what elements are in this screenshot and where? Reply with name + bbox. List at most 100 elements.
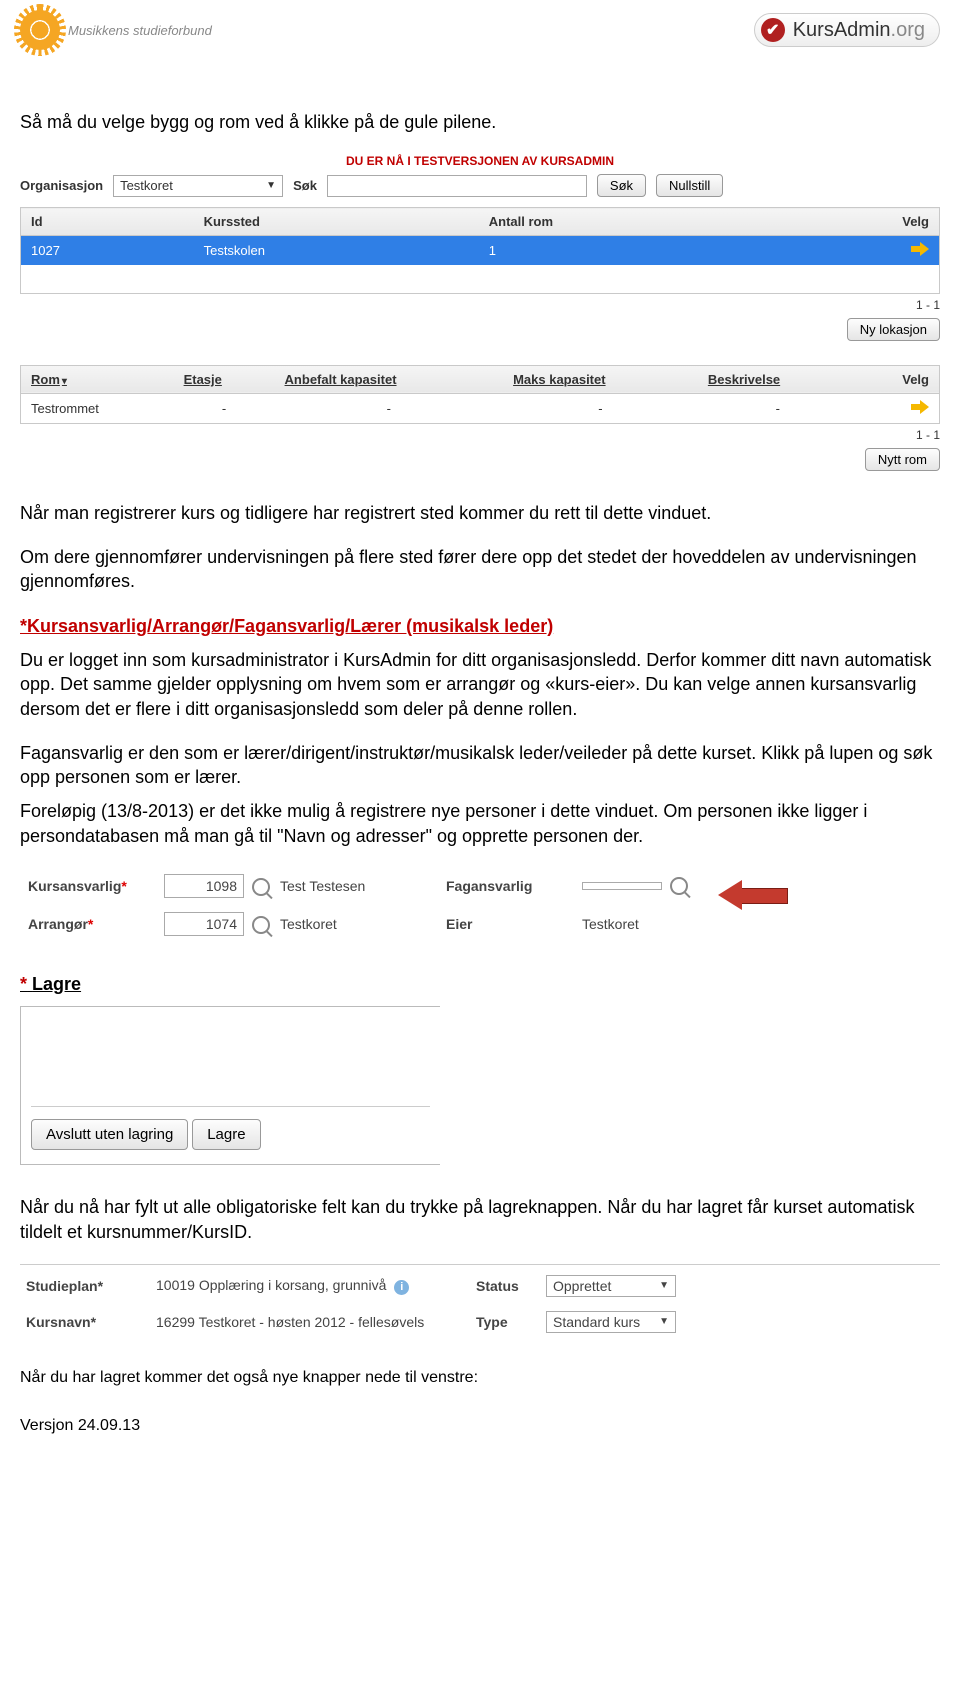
table2-footer: 1 - 1 Nytt rom [20, 428, 940, 471]
test-banner: DU ER NÅ I TESTVERSJONEN AV KURSADMIN [20, 154, 940, 168]
fagansvarlig-id-input[interactable] [582, 882, 662, 890]
kursansvarlig-label: Kursansvarlig* [28, 878, 158, 894]
eier-name: Testkoret [582, 916, 712, 932]
left-logo: Musikkens studieforbund [20, 10, 212, 50]
col-antallrom[interactable]: Antall rom [479, 208, 774, 236]
chevron-down-icon: ▼ [659, 1316, 669, 1327]
cell-etasje: - [174, 393, 275, 423]
table-row[interactable]: Testrommet - - - - [21, 393, 940, 423]
filter-icon[interactable]: ▾ [62, 376, 67, 387]
sun-icon [20, 10, 60, 50]
arrangor-id-input[interactable]: 1074 [164, 912, 244, 936]
right-logo: ✔ KursAdmin.org [754, 13, 940, 47]
search-icon[interactable] [670, 877, 688, 895]
cell-maks: - [503, 393, 698, 423]
eier-label: Eier [446, 916, 576, 932]
fagansvarlig-cell [582, 877, 712, 895]
org-dropdown[interactable]: Testkoret ▼ [113, 175, 283, 197]
org-label: Organisasjon [20, 178, 103, 193]
search-label: Søk [293, 178, 317, 193]
col-rom-label: Rom [31, 372, 60, 387]
arrangor-id-cell: 1074 [164, 912, 274, 936]
para-4: Fagansvarlig er den som er lærer/dirigen… [20, 741, 940, 790]
cell-rom: 1 [479, 236, 774, 266]
status-value-cell: Opprettet ▼ [546, 1275, 706, 1297]
search-input[interactable] [327, 175, 587, 197]
new-location-button[interactable]: Ny lokasjon [847, 318, 940, 341]
cell-anb: - [275, 393, 504, 423]
cell-id: 1027 [21, 236, 194, 266]
col-velg2: Velg [858, 365, 940, 393]
chevron-down-icon: ▼ [659, 1280, 669, 1291]
right-logo-main: KursAdmin [793, 19, 891, 41]
col-id[interactable]: Id [21, 208, 194, 236]
lagre-box: Avslutt uten lagring Lagre [20, 1006, 440, 1165]
studieplan-value: 10019 Opplæring i korsang, grunnivå i [156, 1277, 476, 1295]
divider [31, 1106, 430, 1107]
para-2a: Når man registrerer kurs og tidligere ha… [20, 501, 940, 525]
col-anbefalt[interactable]: Anbefalt kapasitet [275, 365, 504, 393]
location-table: Id Kurssted Antall rom Velg 1027 Testsko… [20, 207, 940, 294]
table-row-empty [21, 265, 940, 293]
status-panel-wrap: Studieplan* 10019 Opplæring i korsang, g… [20, 1264, 940, 1339]
intro-text-1: Så må du velge bygg og rom ved å klikke … [20, 110, 940, 134]
kursansvarlig-name: Test Testesen [280, 878, 440, 894]
type-label: Type [476, 1314, 546, 1330]
room-table: Rom▾ Etasje Anbefalt kapasitet Maks kapa… [20, 365, 940, 424]
status-label: Status [476, 1278, 546, 1294]
kursnavn-label: Kursnavn* [26, 1314, 156, 1330]
reset-button[interactable]: Nullstill [656, 174, 723, 197]
kursnavn-value: 16299 Testkoret - høsten 2012 - fellesøv… [156, 1314, 476, 1330]
search-icon[interactable] [252, 878, 270, 896]
para-2b: Om dere gjennomfører undervisningen på f… [20, 545, 940, 594]
section-heading-red: *Kursansvarlig/Arrangør/Fagansvarlig/Lær… [20, 614, 940, 638]
version-text: Versjon 24.09.13 [20, 1417, 940, 1435]
arrangor-name: Testkoret [280, 916, 440, 932]
new-room-button[interactable]: Nytt rom [865, 448, 940, 471]
status-dropdown[interactable]: Opprettet ▼ [546, 1275, 676, 1297]
table-row[interactable]: 1027 Testskolen 1 [21, 236, 940, 266]
col-etasje[interactable]: Etasje [174, 365, 275, 393]
table2-count: 1 - 1 [20, 428, 940, 442]
table1-count: 1 - 1 [20, 298, 940, 312]
col-rom[interactable]: Rom▾ [21, 365, 174, 393]
search-panel: DU ER NÅ I TESTVERSJONEN AV KURSADMIN Or… [20, 154, 940, 471]
right-logo-suffix: .org [891, 19, 925, 41]
col-velg: Velg [774, 208, 940, 236]
para-6: Når du nå har fylt ut alle obligatoriske… [20, 1195, 940, 1244]
type-value-cell: Standard kurs ▼ [546, 1311, 706, 1333]
studieplan-label: Studieplan* [26, 1278, 156, 1294]
para-3: Du er logget inn som kursadministrator i… [20, 648, 940, 721]
save-button[interactable]: Lagre [192, 1119, 260, 1150]
roles-form-panel: Kursansvarlig* 1098 Test Testesen Fagans… [20, 868, 940, 942]
type-dropdown[interactable]: Standard kurs ▼ [546, 1311, 676, 1333]
right-logo-text: KursAdmin.org [793, 19, 925, 42]
search-button[interactable]: Søk [597, 174, 646, 197]
col-maks[interactable]: Maks kapasitet [503, 365, 698, 393]
cell-sted: Testskolen [194, 236, 479, 266]
kursansvarlig-id-cell: 1098 [164, 874, 274, 898]
cell-rom2: Testrommet [21, 393, 174, 423]
col-kurssted[interactable]: Kurssted [194, 208, 479, 236]
para-5: Foreløpig (13/8-2013) er det ikke mulig … [20, 799, 940, 848]
para-7: Når du har lagret kommer det også nye kn… [20, 1369, 940, 1387]
check-icon: ✔ [761, 18, 785, 42]
fagansvarlig-label: Fagansvarlig [446, 878, 576, 894]
left-logo-text: Musikkens studieforbund [68, 23, 212, 38]
select-arrow-icon[interactable] [911, 242, 929, 256]
cancel-button[interactable]: Avslutt uten lagring [31, 1119, 188, 1150]
kursansvarlig-id-input[interactable]: 1098 [164, 874, 244, 898]
org-dropdown-value: Testkoret [120, 178, 173, 193]
search-icon[interactable] [252, 916, 270, 934]
status-dropdown-value: Opprettet [553, 1278, 611, 1294]
lagre-heading: * * LagreLagre [20, 972, 940, 996]
cell-besk: - [698, 393, 858, 423]
page-header: Musikkens studieforbund ✔ KursAdmin.org [20, 10, 940, 50]
col-beskrivelse[interactable]: Beskrivelse [698, 365, 858, 393]
type-dropdown-value: Standard kurs [553, 1314, 640, 1330]
table1-footer: 1 - 1 Ny lokasjon [20, 298, 940, 341]
select-arrow-icon[interactable] [911, 400, 929, 414]
chevron-down-icon: ▼ [266, 180, 276, 191]
search-row: Organisasjon Testkoret ▼ Søk Søk Nullsti… [20, 174, 940, 197]
info-icon[interactable]: i [394, 1280, 409, 1295]
